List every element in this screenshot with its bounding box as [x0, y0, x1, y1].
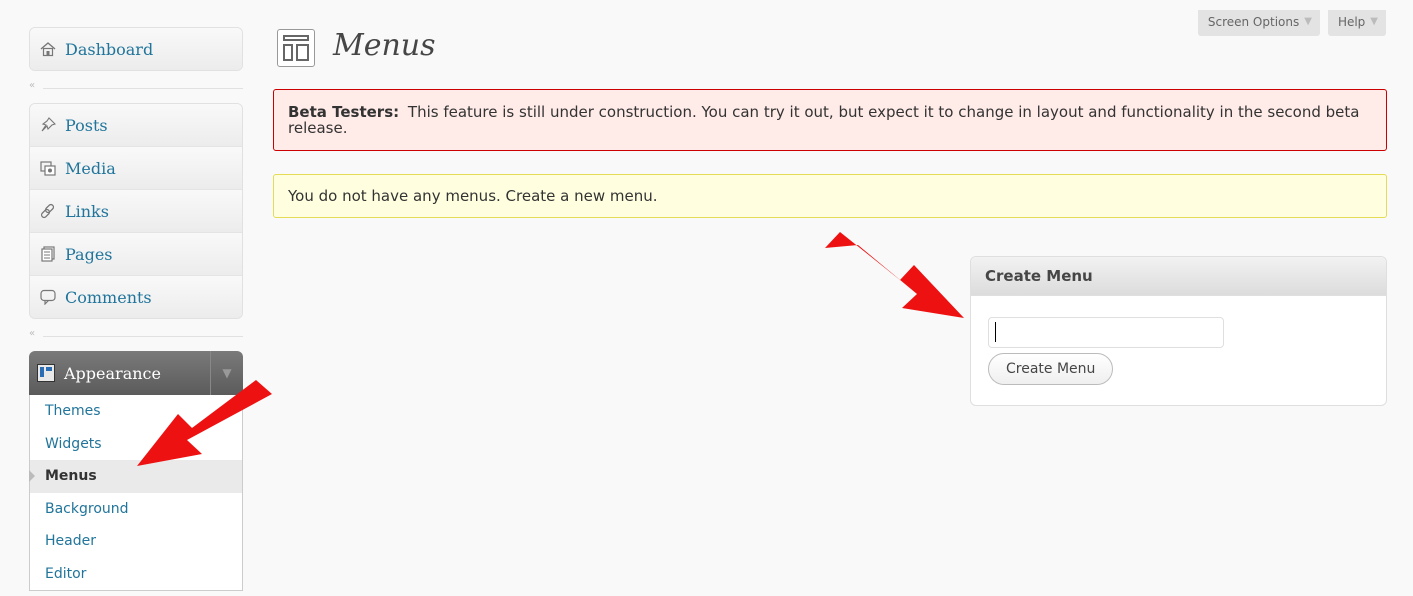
home-icon — [39, 40, 57, 58]
collapse-arrows-icon: « — [29, 80, 36, 91]
notice-text: You do not have any menus. Create a new … — [288, 187, 658, 205]
sidebar-item-links[interactable]: Links — [30, 190, 242, 233]
beta-testers-notice: Beta Testers: This feature is still unde… — [273, 89, 1387, 151]
sidebar-item-comments[interactable]: Comments — [30, 276, 242, 318]
menu-name-input[interactable] — [988, 317, 1224, 348]
sidebar-item-pages[interactable]: Pages — [30, 233, 242, 276]
text-cursor — [995, 322, 996, 342]
speech-bubble-icon — [39, 288, 57, 306]
help-label: Help — [1337, 14, 1366, 29]
create-menu-title: Create Menu — [971, 257, 1386, 296]
content-menu-group: Posts Media Links Pages Comments — [29, 103, 243, 319]
sidebar-item-label: Comments — [65, 287, 152, 307]
submenu-item-background[interactable]: Background — [30, 493, 242, 526]
menu-separator: « — [29, 80, 243, 93]
menus-page-icon — [277, 29, 315, 67]
sidebar-item-label: Posts — [65, 115, 108, 135]
sidebar-item-label: Media — [65, 158, 116, 178]
create-menu-box: Create Menu Create Menu — [970, 256, 1387, 406]
red-arrow-icon — [137, 380, 272, 466]
submenu-item-editor[interactable]: Editor — [30, 558, 242, 591]
no-menus-notice: You do not have any menus. Create a new … — [273, 174, 1387, 218]
dashboard-menu-group: Dashboard — [29, 27, 243, 71]
screen-meta-links: Screen Options ▼ Help ▼ — [1197, 10, 1386, 36]
menu-separator: « — [29, 328, 243, 341]
triangle-down-icon: ▼ — [1370, 16, 1378, 27]
chain-link-icon — [39, 202, 57, 220]
pages-icon — [39, 245, 57, 263]
create-menu-button[interactable]: Create Menu — [988, 353, 1114, 385]
media-icon — [39, 159, 57, 177]
sidebar-item-label: Links — [65, 201, 109, 221]
sidebar-item-dashboard[interactable]: Dashboard — [30, 28, 242, 70]
page-title: Menus — [333, 28, 436, 63]
appearance-icon — [37, 364, 55, 382]
sidebar-item-label: Dashboard — [65, 39, 154, 59]
submenu-item-header[interactable]: Header — [30, 525, 242, 558]
screen-options-label: Screen Options — [1207, 14, 1300, 29]
collapse-arrows-icon: « — [29, 328, 36, 339]
help-tab[interactable]: Help ▼ — [1327, 10, 1386, 36]
sidebar-item-label: Pages — [65, 244, 113, 264]
notice-text: This feature is still under construction… — [288, 103, 1360, 137]
sidebar-item-media[interactable]: Media — [30, 147, 242, 190]
triangle-down-icon: ▼ — [1304, 16, 1312, 27]
red-arrow-icon — [825, 232, 964, 318]
pushpin-icon — [39, 116, 57, 134]
sidebar-item-posts[interactable]: Posts — [30, 104, 242, 147]
screen-options-tab[interactable]: Screen Options ▼ — [1197, 10, 1320, 36]
